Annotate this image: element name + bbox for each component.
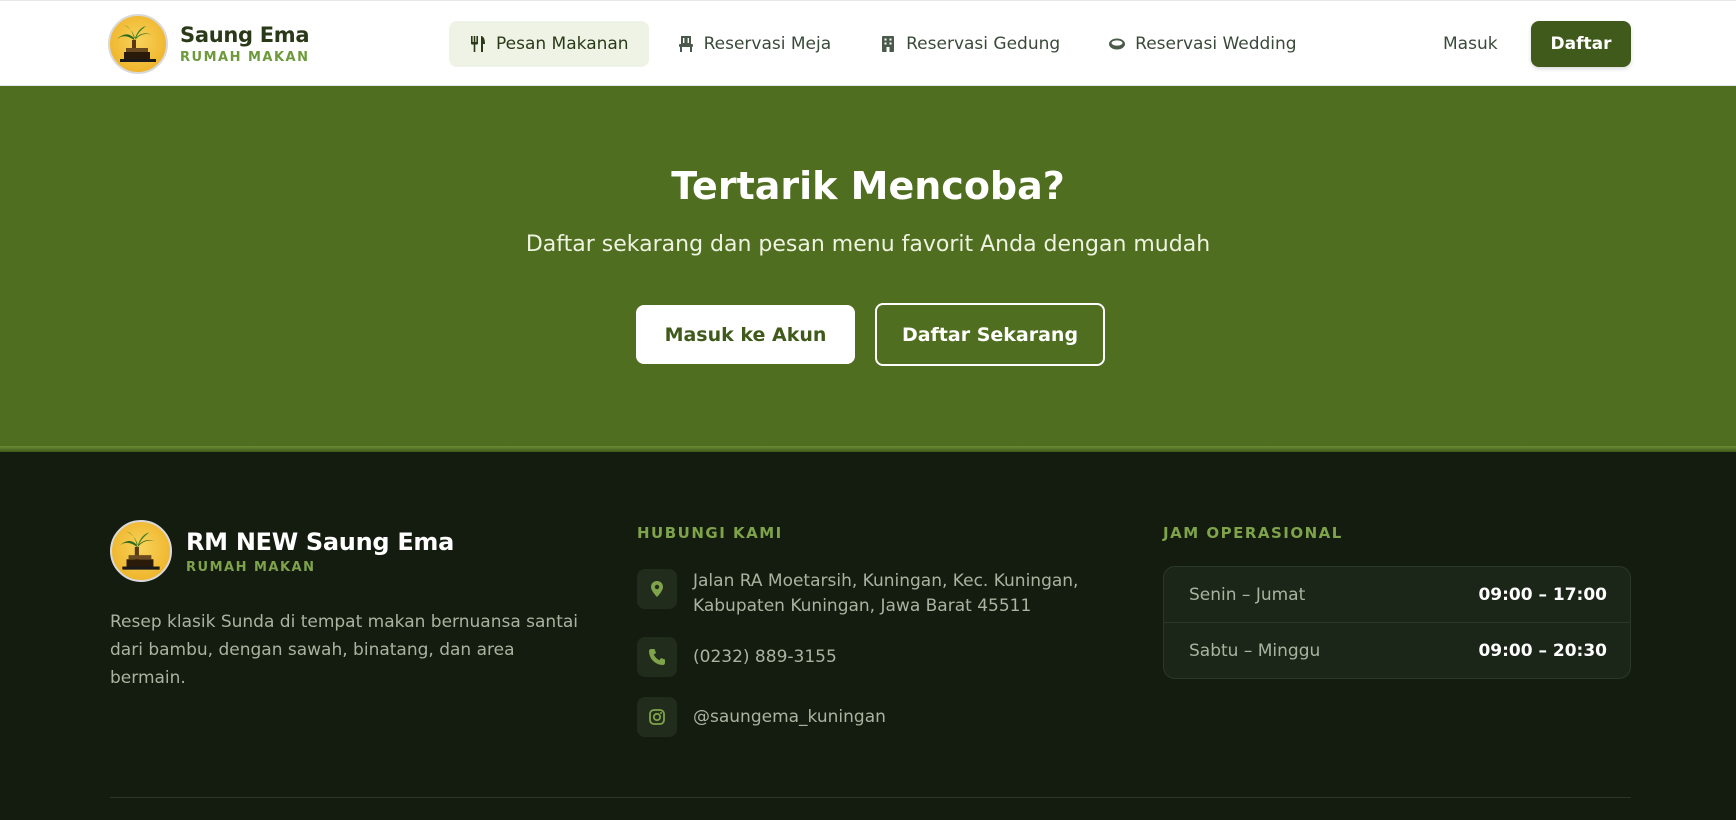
chair-icon bbox=[678, 36, 693, 52]
building-icon bbox=[882, 36, 895, 52]
nav-reservasi-gedung[interactable]: Reservasi Gedung bbox=[859, 21, 1080, 67]
top-navbar: Saung Ema RUMAH MAKAN Pesan Makanan Rese… bbox=[0, 0, 1736, 86]
register-button[interactable]: Daftar bbox=[1531, 21, 1631, 67]
nav-reservasi-meja[interactable]: Reservasi Meja bbox=[657, 21, 852, 67]
cta-hero bbox=[0, 86, 1736, 450]
login-account-button[interactable]: Masuk ke Akun bbox=[636, 305, 855, 364]
hero-subtitle: Daftar sekarang dan pesan menu favorit A… bbox=[525, 232, 1211, 257]
hours-time: 09:00 – 20:30 bbox=[1478, 641, 1607, 661]
nav-label: Reservasi Wedding bbox=[1135, 34, 1297, 54]
instagram-icon bbox=[637, 697, 677, 737]
address-line-2: Kabupaten Kuningan, Jawa Barat 45511 bbox=[693, 596, 1032, 616]
footer-divider bbox=[110, 797, 1631, 798]
map-pin-icon bbox=[637, 569, 677, 609]
instagram-handle[interactable]: @saungema_kuningan bbox=[693, 697, 886, 730]
brand[interactable]: Saung Ema RUMAH MAKAN bbox=[108, 14, 310, 74]
phone-number[interactable]: (0232) 889-3155 bbox=[693, 637, 837, 670]
ring-icon bbox=[1109, 38, 1126, 50]
register-now-button[interactable]: Daftar Sekarang bbox=[875, 303, 1105, 366]
footer-brand: RM NEW Saung Ema RUMAH MAKAN bbox=[110, 520, 454, 582]
nav-label: Pesan Makanan bbox=[496, 34, 629, 54]
brand-subtitle: RUMAH MAKAN bbox=[180, 50, 310, 65]
hours-heading: JAM OPERASIONAL bbox=[1163, 524, 1343, 542]
hero-title: Tertarik Mencoba? bbox=[671, 164, 1065, 208]
nav-label: Reservasi Gedung bbox=[906, 34, 1061, 54]
footer-description: Resep klasik Sunda di tempat makan bernu… bbox=[110, 612, 578, 688]
footer-logo bbox=[110, 520, 172, 582]
contact-address: Jalan RA Moetarsih, Kuningan, Kec. Kunin… bbox=[637, 569, 1078, 619]
footer-brand-subtitle: RUMAH MAKAN bbox=[186, 559, 316, 575]
footer-brand-name: RM NEW Saung Ema bbox=[186, 527, 455, 556]
utensils-icon bbox=[471, 36, 485, 52]
hours-row: Senin – Jumat 09:00 – 17:00 bbox=[1164, 567, 1630, 623]
main-nav: Pesan Makanan Reservasi Meja Reservasi G… bbox=[449, 21, 1325, 67]
contact-instagram: @saungema_kuningan bbox=[637, 697, 886, 737]
nav-label: Reservasi Meja bbox=[703, 34, 832, 54]
hours-day: Senin – Jumat bbox=[1189, 584, 1306, 605]
nav-pesan-makanan[interactable]: Pesan Makanan bbox=[449, 21, 649, 67]
nav-reservasi-wedding[interactable]: Reservasi Wedding bbox=[1088, 21, 1316, 67]
contact-phone: (0232) 889-3155 bbox=[637, 637, 837, 677]
phone-icon bbox=[637, 637, 677, 677]
saung-ema-logo bbox=[108, 14, 168, 74]
opening-hours-card: Senin – Jumat 09:00 – 17:00 Sabtu – Ming… bbox=[1163, 566, 1631, 679]
brand-name: Saung Ema bbox=[180, 23, 310, 47]
hours-time: 09:00 – 17:00 bbox=[1478, 584, 1607, 605]
address-line-1: Jalan RA Moetarsih, Kuningan, Kec. Kunin… bbox=[693, 571, 1079, 591]
contact-heading: HUBUNGI KAMI bbox=[637, 524, 783, 542]
hours-day: Sabtu – Minggu bbox=[1189, 641, 1321, 661]
login-link[interactable]: Masuk bbox=[1443, 34, 1498, 54]
hours-row: Sabtu – Minggu 09:00 – 20:30 bbox=[1164, 623, 1630, 678]
